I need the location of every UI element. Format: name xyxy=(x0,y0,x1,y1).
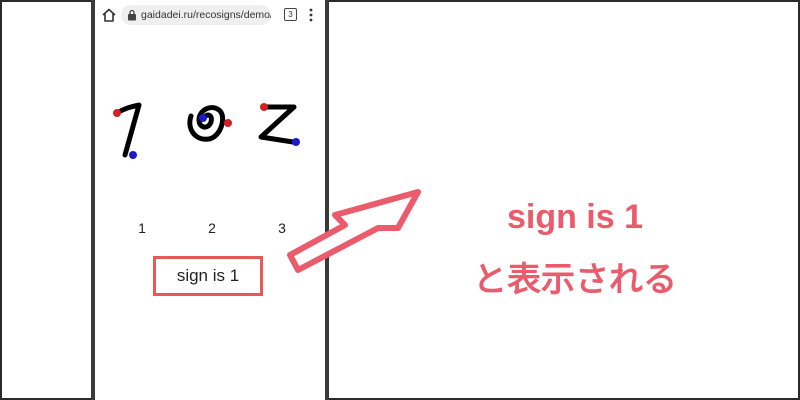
lock-icon xyxy=(128,9,136,21)
stroke-end-dot xyxy=(224,119,232,127)
more-vert-icon[interactable] xyxy=(309,8,313,22)
browser-toolbar: gaidadei.ru/recosigns/demo/ 3 xyxy=(95,0,325,34)
sign-3-drawing xyxy=(258,103,300,146)
sign-label-1: 1 xyxy=(138,220,146,236)
sign-1-drawing xyxy=(113,102,142,159)
callout-text-line2: と表示される xyxy=(473,261,677,299)
sign-2-drawing xyxy=(187,105,232,142)
stroke-start-dot xyxy=(113,109,121,117)
result-output: sign is 1 xyxy=(153,256,263,296)
url-text: gaidadei.ru/recosigns/demo/ xyxy=(141,9,271,21)
sign-label-2: 2 xyxy=(208,220,216,236)
result-text: sign is 1 xyxy=(176,266,240,285)
tab-count-icon[interactable]: 3 xyxy=(284,8,297,21)
stroke-start-dot xyxy=(199,114,207,122)
drawing-canvas[interactable] xyxy=(95,80,325,170)
annotation-arrow-icon xyxy=(287,189,421,273)
home-icon[interactable] xyxy=(101,7,117,23)
stroke-start-dot xyxy=(260,103,268,111)
callout-text-line1: sign is 1 xyxy=(506,198,644,236)
stroke-end-dot xyxy=(129,151,137,159)
address-bar[interactable]: gaidadei.ru/recosigns/demo/ xyxy=(121,5,271,25)
stroke-end-dot xyxy=(292,138,300,146)
